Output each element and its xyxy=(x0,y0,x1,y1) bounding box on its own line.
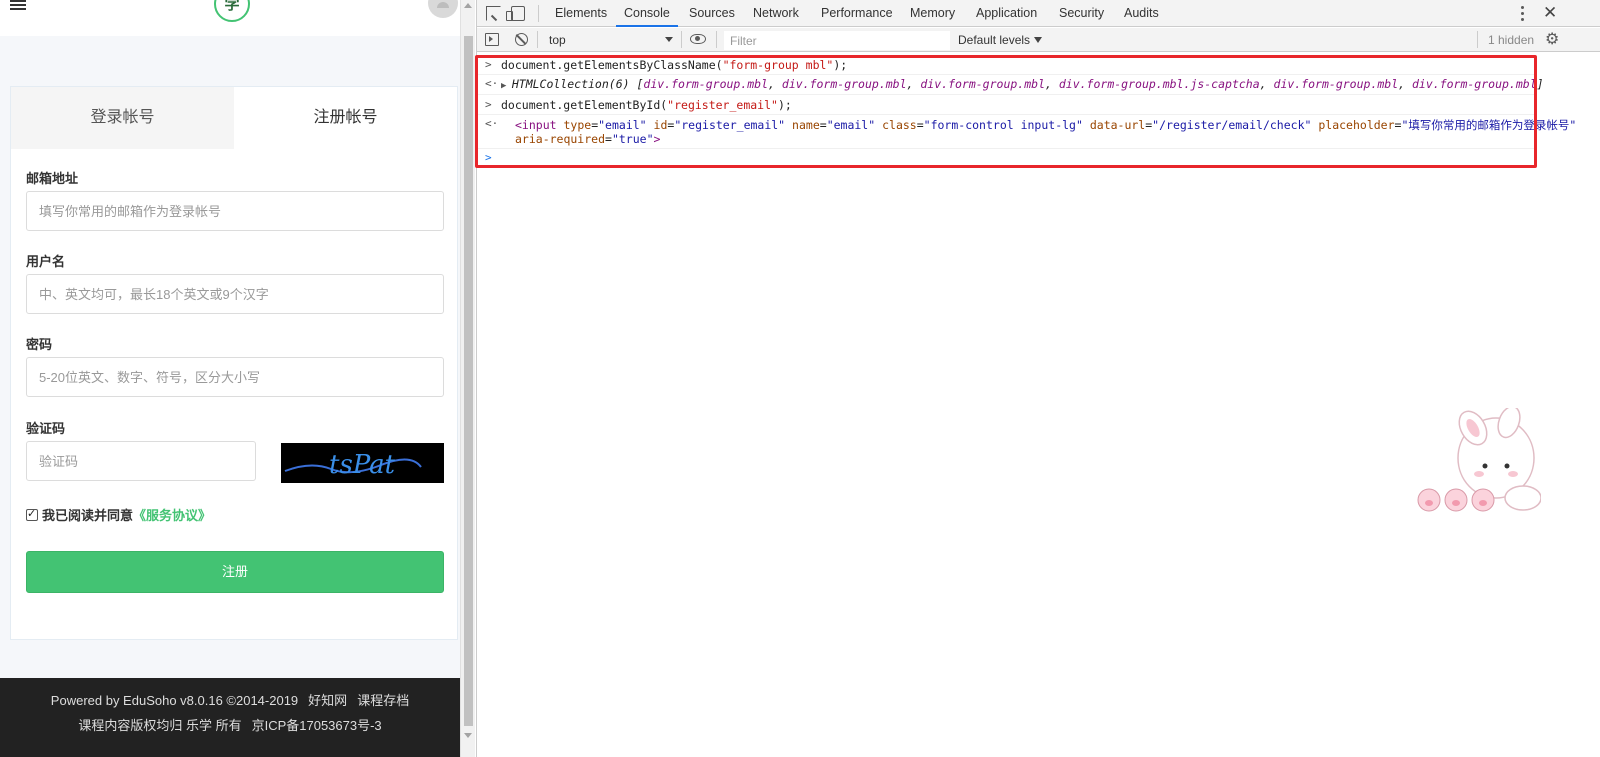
log-levels-label: Default levels xyxy=(958,33,1031,47)
divider xyxy=(477,114,1537,115)
command-2[interactable]: document.getElementById("register_email"… xyxy=(501,98,792,112)
output-prompt-icon: <· xyxy=(485,117,499,130)
tab-performance[interactable]: Performance xyxy=(813,0,901,27)
divider xyxy=(477,74,1537,75)
tab-register[interactable]: 注册帐号 xyxy=(234,87,457,149)
site-footer: Powered by EduSoho v8.0.16 ©2014-2019 好知网… xyxy=(0,678,460,757)
divider xyxy=(716,31,717,48)
chevron-down-icon xyxy=(1034,37,1043,43)
menu-icon[interactable] xyxy=(10,0,26,10)
register-button[interactable]: 注册 xyxy=(26,551,444,593)
captcha-text: tsPat xyxy=(329,450,396,480)
captcha-field[interactable] xyxy=(26,441,256,481)
agree-text: 我已阅读并同意 xyxy=(42,508,134,523)
result-2[interactable]: <input type="email" id="register_email" … xyxy=(515,117,1576,133)
tab-elements[interactable]: Elements xyxy=(547,0,615,27)
context-value: top xyxy=(549,33,566,47)
tab-network[interactable]: Network xyxy=(745,0,807,27)
active-prompt-icon: > xyxy=(485,151,492,164)
hidden-count: 1 hidden xyxy=(1488,33,1535,47)
tab-login[interactable]: 登录帐号 xyxy=(11,87,234,149)
agree-checkbox[interactable] xyxy=(26,507,38,521)
username-label: 用户名 xyxy=(26,254,66,269)
divider xyxy=(538,5,539,22)
footer-link-haozhi[interactable]: 好知网 xyxy=(308,693,347,708)
result-2-continued[interactable]: aria-required="true"> xyxy=(515,132,660,146)
site-header: 学 xyxy=(0,0,460,36)
devtools-tab-bar: Elements Console Sources Network Perform… xyxy=(477,0,1600,27)
bunny-mascot-icon xyxy=(1417,408,1541,512)
icp-link[interactable]: 京ICP备17053673号-3 xyxy=(252,718,382,733)
output-prompt-icon: <· xyxy=(485,77,499,90)
context-selector[interactable]: top xyxy=(545,31,677,49)
console-sidebar-icon[interactable] xyxy=(485,33,499,46)
close-icon[interactable]: ✕ xyxy=(1543,3,1557,23)
inspect-element-icon[interactable] xyxy=(486,6,501,21)
avatar[interactable] xyxy=(428,0,458,18)
scrollbar-thumb[interactable] xyxy=(464,36,473,726)
password-field[interactable] xyxy=(26,357,444,397)
auth-tabs: 登录帐号 注册帐号 xyxy=(11,87,457,149)
password-label: 密码 xyxy=(26,337,53,352)
tab-security[interactable]: Security xyxy=(1051,0,1112,27)
site-logo[interactable]: 学 xyxy=(214,0,250,22)
console-output: > document.getElementsByClassName("form-… xyxy=(475,53,1600,757)
agreement: 我已阅读并同意《服务协议》 xyxy=(26,505,211,524)
clear-console-icon[interactable] xyxy=(515,33,528,46)
input-prompt-icon: > xyxy=(485,58,492,71)
captcha-label: 验证码 xyxy=(26,421,66,436)
divider xyxy=(477,94,1537,95)
expand-triangle-icon[interactable]: ▶ xyxy=(501,81,512,91)
chevron-down-icon xyxy=(665,37,673,42)
tab-memory[interactable]: Memory xyxy=(902,0,963,27)
footer-link-archive[interactable]: 课程存档 xyxy=(357,693,409,708)
web-page: 学 登录帐号 注册帐号 邮箱地址 用户名 密码 验证码 tsPat 我已阅读并同… xyxy=(0,0,460,757)
username-field[interactable] xyxy=(26,274,444,314)
email-field[interactable] xyxy=(26,191,444,231)
device-toolbar-icon[interactable] xyxy=(506,6,525,21)
live-expression-eye-icon[interactable] xyxy=(690,34,706,44)
tab-console[interactable]: Console xyxy=(616,0,678,27)
divider xyxy=(537,31,538,48)
input-prompt-icon: > xyxy=(485,98,492,111)
page-scrollbar[interactable] xyxy=(460,0,475,757)
log-levels-dropdown[interactable]: Default levels xyxy=(958,31,1043,49)
divider xyxy=(477,148,1537,149)
captcha-image[interactable]: tsPat xyxy=(281,443,444,483)
tab-audits[interactable]: Audits xyxy=(1116,0,1167,27)
command-1[interactable]: document.getElementsByClassName("form-gr… xyxy=(501,58,847,72)
divider xyxy=(1477,31,1478,48)
powered-by-text: Powered by EduSoho v8.0.16 ©2014-2019 xyxy=(50,693,299,708)
tab-application[interactable]: Application xyxy=(968,0,1045,27)
register-card: 登录帐号 注册帐号 邮箱地址 用户名 密码 验证码 tsPat 我已阅读并同意《… xyxy=(10,86,458,640)
devtools-panel: Elements Console Sources Network Perform… xyxy=(475,0,1600,757)
gear-icon[interactable]: ⚙ xyxy=(1545,31,1559,49)
result-1[interactable]: ▶ HTMLCollection(6) [div.form-group.mbl,… xyxy=(501,77,1544,91)
service-agreement-link[interactable]: 《服务协议》 xyxy=(133,508,211,523)
scroll-up-arrow-icon[interactable] xyxy=(464,3,472,8)
divider xyxy=(681,31,682,48)
copyright-text: 课程内容版权均归 乐学 所有 xyxy=(78,718,242,733)
tab-sources[interactable]: Sources xyxy=(681,0,743,27)
email-label: 邮箱地址 xyxy=(26,171,79,186)
scroll-down-arrow-icon[interactable] xyxy=(464,733,472,738)
filter-input[interactable] xyxy=(724,31,950,50)
more-options-icon[interactable] xyxy=(1521,6,1525,22)
console-toolbar: top Default levels 1 hidden ⚙ xyxy=(477,28,1600,52)
